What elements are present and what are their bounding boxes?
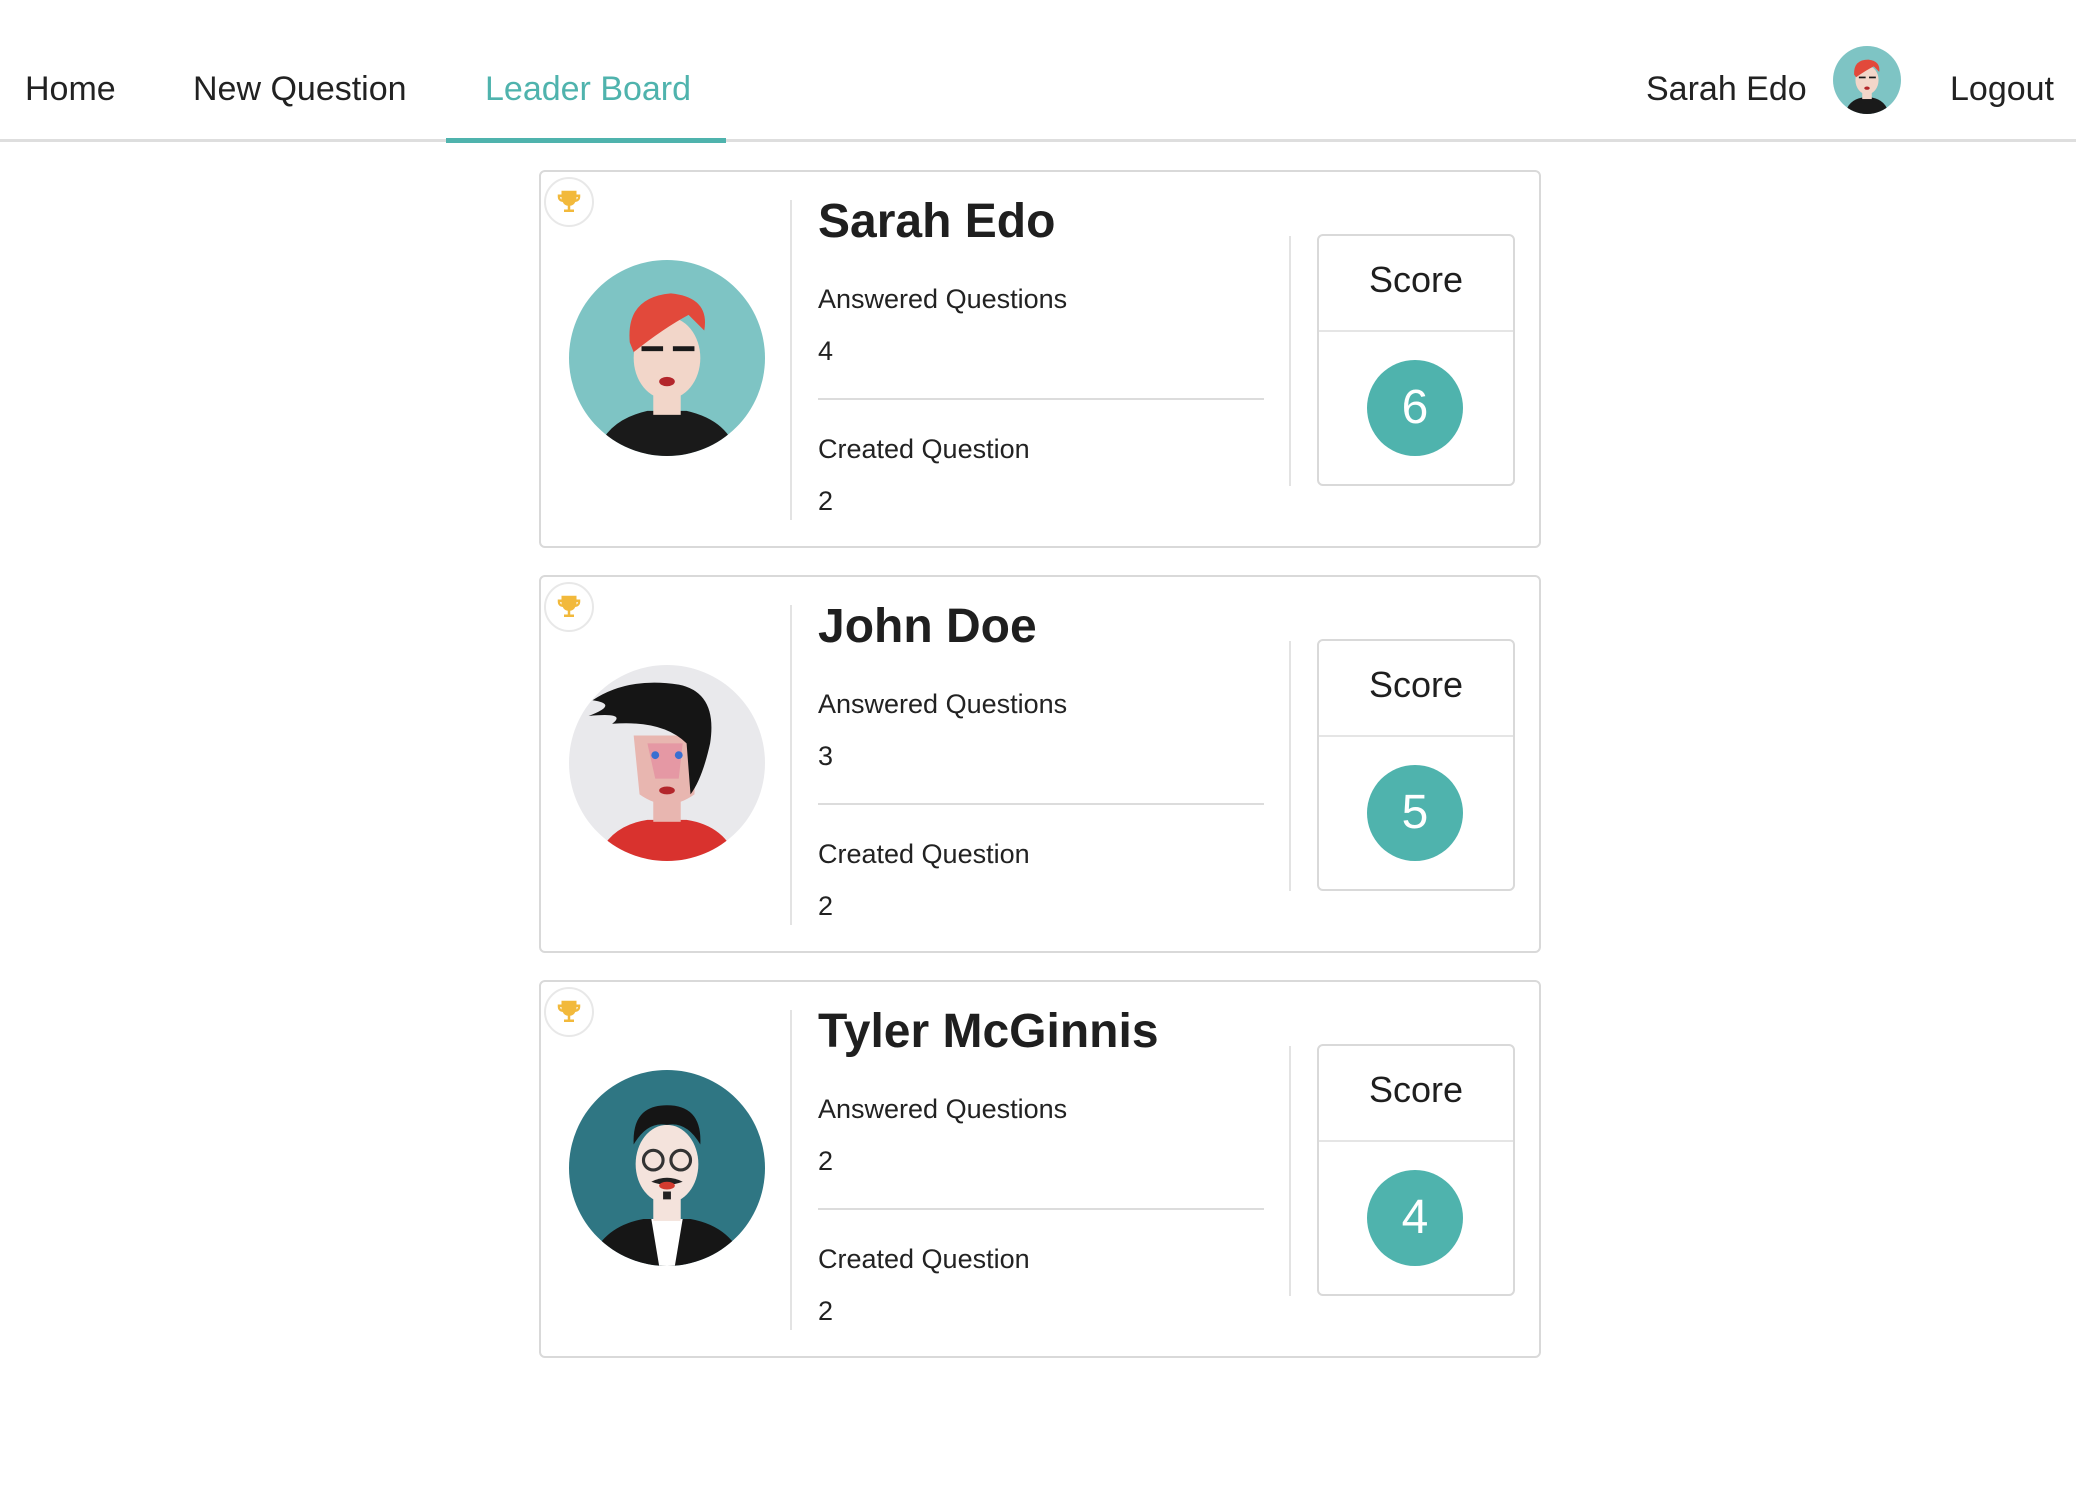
answered-questions-label: Answered Questions: [818, 689, 1068, 719]
current-user-avatar: [1833, 46, 1901, 114]
nav-home-link[interactable]: Home: [25, 70, 116, 109]
top-navigation: Home New Question Leader Board Sarah Edo…: [0, 0, 2076, 143]
created-question-label: Created Question: [818, 434, 1030, 464]
card-divider: [790, 200, 792, 520]
user-name: Sarah Edo: [818, 195, 1056, 248]
leaderboard-card: John Doe Answered Questions 3 Created Qu…: [539, 575, 1541, 953]
stat-divider: [818, 398, 1264, 400]
created-question-value: 2: [818, 1296, 834, 1326]
leaderboard-card: Sarah Edo Answered Questions 4 Created Q…: [539, 170, 1541, 548]
card-divider: [790, 1010, 792, 1330]
nav-leader-board-link[interactable]: Leader Board: [485, 70, 691, 109]
card-divider: [790, 605, 792, 925]
leaderboard-card: Tyler McGinnis Answered Questions 2 Crea…: [539, 980, 1541, 1358]
score-box: Score 5: [1317, 639, 1515, 891]
active-tab-indicator: [446, 138, 726, 143]
created-question-value: 2: [818, 486, 834, 516]
card-divider: [1289, 1046, 1291, 1296]
score-label: Score: [1319, 1046, 1513, 1142]
answered-questions-label: Answered Questions: [818, 1094, 1068, 1124]
score-label: Score: [1319, 236, 1513, 332]
created-question-value: 2: [818, 891, 834, 921]
stat-divider: [818, 1208, 1264, 1210]
user-avatar: [569, 665, 765, 861]
score-badge: 6: [1367, 360, 1463, 456]
nav-logout-link[interactable]: Logout: [1950, 70, 2054, 109]
trophy-icon: [544, 987, 594, 1037]
answered-questions-value: 2: [818, 1146, 834, 1176]
stat-divider: [818, 803, 1264, 805]
created-question-label: Created Question: [818, 839, 1030, 869]
user-name: Tyler McGinnis: [818, 1005, 1159, 1058]
user-avatar: [569, 260, 765, 456]
trophy-icon: [544, 177, 594, 227]
answered-questions-value: 3: [818, 741, 834, 771]
score-box: Score 4: [1317, 1044, 1515, 1296]
card-divider: [1289, 236, 1291, 486]
user-avatar: [569, 1070, 765, 1266]
score-label: Score: [1319, 641, 1513, 737]
nav-new-question-link[interactable]: New Question: [193, 70, 407, 109]
answered-questions-value: 4: [818, 336, 834, 366]
score-box: Score 6: [1317, 234, 1515, 486]
trophy-icon: [544, 582, 594, 632]
user-name: John Doe: [818, 600, 1037, 653]
score-badge: 5: [1367, 765, 1463, 861]
created-question-label: Created Question: [818, 1244, 1030, 1274]
current-user-name: Sarah Edo: [1646, 70, 1807, 108]
card-divider: [1289, 641, 1291, 891]
answered-questions-label: Answered Questions: [818, 284, 1068, 314]
score-badge: 4: [1367, 1170, 1463, 1266]
